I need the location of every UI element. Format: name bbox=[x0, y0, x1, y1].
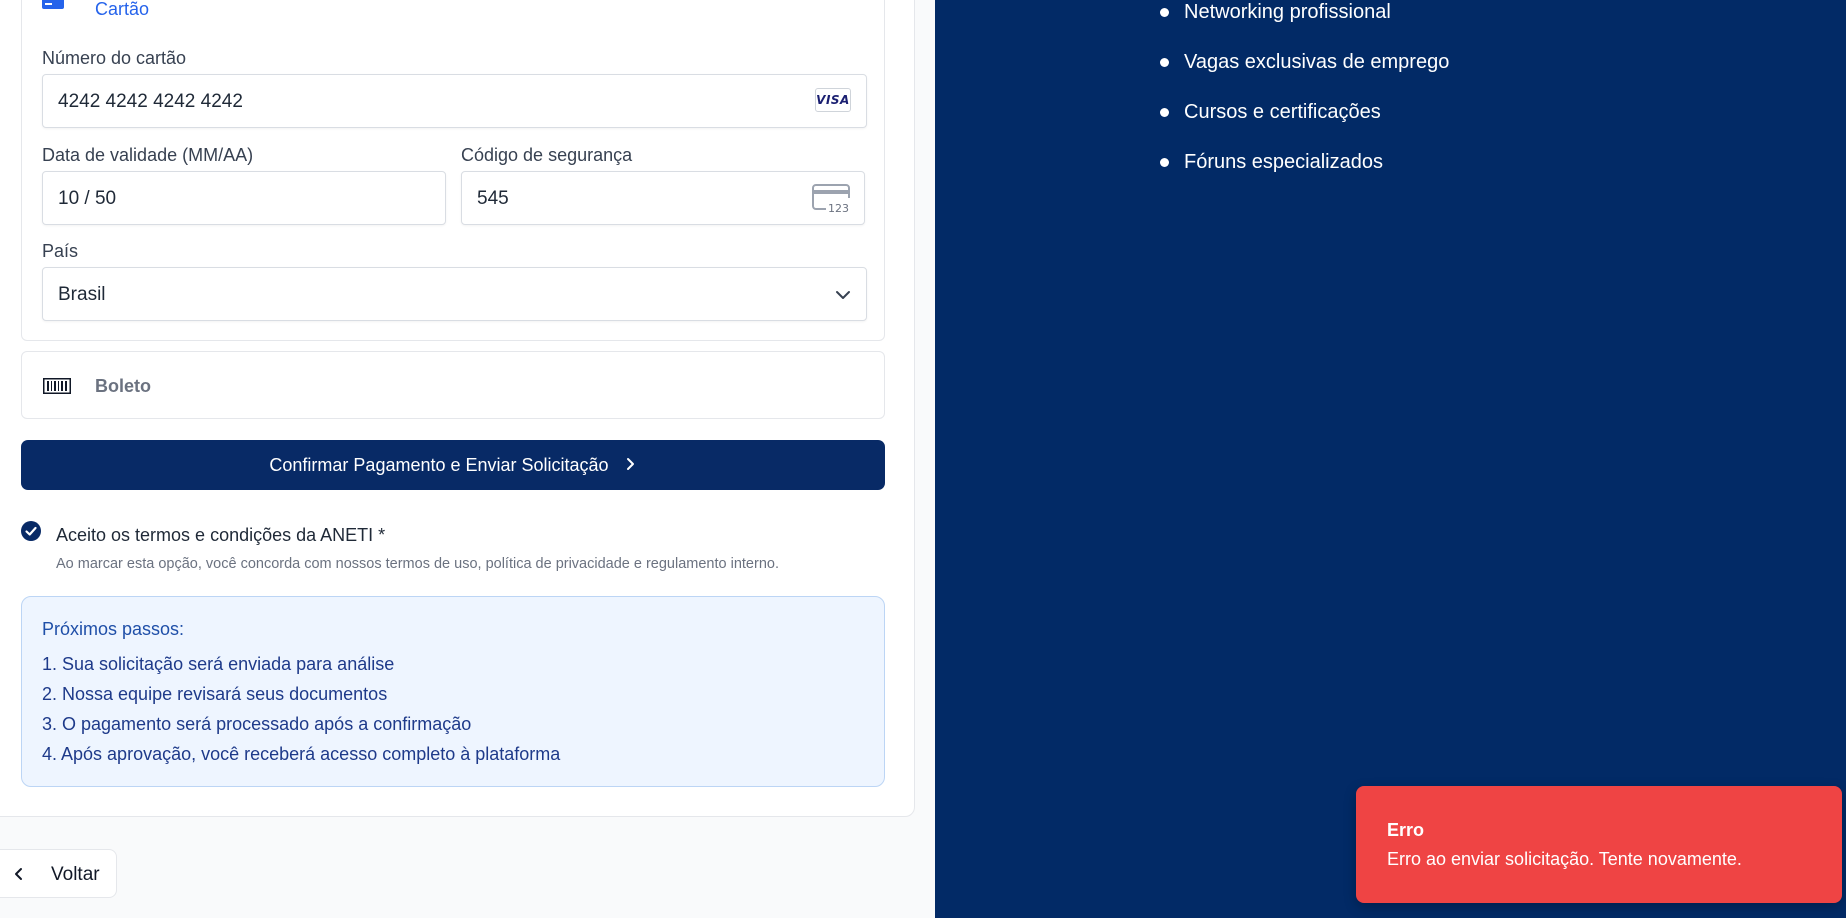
cvc-field[interactable]: 545 123 bbox=[461, 171, 865, 225]
next-steps-item: 2. Nossa equipe revisará seus documentos bbox=[42, 684, 388, 704]
terms-label[interactable]: Aceito os termos e condições da ANETI * bbox=[56, 525, 385, 546]
terms-checkbox[interactable] bbox=[21, 521, 41, 541]
back-label: Voltar bbox=[51, 864, 100, 885]
toast-title: Erro bbox=[1387, 820, 1425, 840]
chevron-down-icon[interactable] bbox=[834, 286, 852, 309]
left-panel: Cartão Número do cartão 4242 4242 4242 4… bbox=[0, 0, 935, 918]
country-label: País bbox=[42, 241, 79, 261]
expiry-value: 10 / 50 bbox=[58, 188, 117, 209]
terms-help-text: Ao marcar esta opção, você concorda com … bbox=[56, 556, 779, 572]
back-button[interactable]: Voltar bbox=[0, 849, 117, 898]
confirm-payment-label: Confirmar Pagamento e Enviar Solicitação bbox=[269, 454, 609, 475]
benefit-text: Vagas exclusivas de emprego bbox=[1184, 51, 1450, 73]
cvc-value: 545 bbox=[477, 188, 509, 209]
visa-icon: VISA bbox=[815, 88, 851, 112]
expiry-label: Data de validade (MM/AA) bbox=[42, 145, 254, 165]
benefits-panel bbox=[935, 0, 1846, 918]
cvc-icon-text: 123 bbox=[828, 202, 849, 214]
chevron-left-icon bbox=[13, 867, 25, 886]
next-steps-box: Próximos passos: 1. Sua solicitação será… bbox=[21, 596, 885, 787]
bullet-icon bbox=[1160, 108, 1169, 117]
credit-card-icon bbox=[42, 0, 64, 9]
next-steps-item: 1. Sua solicitação será enviada para aná… bbox=[42, 654, 395, 674]
card-number-value: 4242 4242 4242 4242 bbox=[58, 91, 243, 112]
card-cvc-icon: 123 bbox=[812, 184, 850, 219]
check-icon bbox=[25, 526, 37, 536]
error-toast[interactable]: Erro Erro ao enviar solicitação. Tente n… bbox=[1356, 786, 1842, 903]
next-steps-item: 4. Após aprovação, você receberá acesso … bbox=[42, 744, 561, 764]
country-select[interactable]: Brasil bbox=[42, 267, 867, 321]
benefit-text: Cursos e certificações bbox=[1184, 101, 1381, 123]
benefit-text: Networking profissional bbox=[1184, 1, 1391, 23]
boleto-payment-method[interactable]: Boleto bbox=[21, 351, 885, 419]
confirm-payment-button[interactable]: Confirmar Pagamento e Enviar Solicitação bbox=[21, 440, 885, 490]
country-value: Brasil bbox=[58, 284, 106, 305]
benefit-text: Fóruns especializados bbox=[1184, 151, 1383, 173]
next-steps-item: 3. O pagamento será processado após a co… bbox=[42, 714, 472, 734]
bullet-icon bbox=[1160, 8, 1169, 17]
expiry-field[interactable]: 10 / 50 bbox=[42, 171, 446, 225]
card-payment-method[interactable]: Cartão Número do cartão 4242 4242 4242 4… bbox=[21, 0, 885, 341]
card-number-label: Número do cartão bbox=[42, 48, 187, 68]
toast-message: Erro ao enviar solicitação. Tente novame… bbox=[1387, 849, 1742, 869]
barcode-icon bbox=[43, 378, 71, 399]
card-method-label[interactable]: Cartão bbox=[95, 0, 149, 18]
bullet-icon bbox=[1160, 158, 1169, 167]
cvc-label: Código de segurança bbox=[461, 145, 633, 165]
card-method-header[interactable] bbox=[42, 0, 64, 11]
card-number-field[interactable]: 4242 4242 4242 4242 VISA bbox=[42, 74, 867, 128]
boleto-label: Boleto bbox=[95, 376, 151, 396]
bullet-icon bbox=[1160, 58, 1169, 67]
next-steps-title: Próximos passos: bbox=[42, 619, 185, 639]
chevron-right-icon bbox=[625, 455, 637, 476]
